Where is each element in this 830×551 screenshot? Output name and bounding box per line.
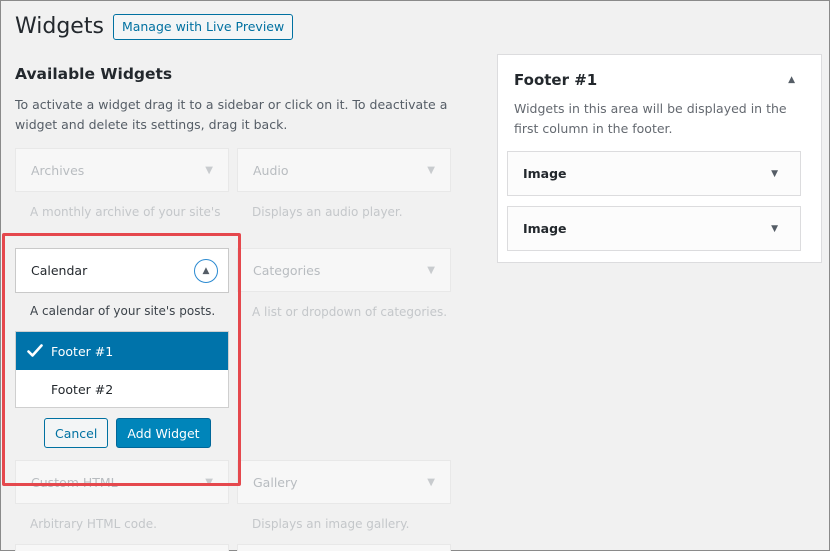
page-title: Widgets xyxy=(15,14,104,39)
widget-audio[interactable]: Audio ▼ xyxy=(237,148,451,192)
arrow-up-icon[interactable]: ▲ xyxy=(788,75,795,85)
widget-title: Image xyxy=(523,166,567,181)
widget-next[interactable] xyxy=(237,544,451,551)
widget-title: Categories xyxy=(253,262,321,278)
sidebar-description: Widgets in this area will be displayed i… xyxy=(514,101,787,136)
available-widgets-description: To activate a widget drag it to a sideba… xyxy=(15,97,448,132)
widget-description: Arbitrary HTML code. xyxy=(30,517,157,531)
available-widgets-title: Available Widgets xyxy=(15,65,173,83)
sidebar-widget-image[interactable]: Image ▼ xyxy=(507,151,801,196)
highlight-frame xyxy=(2,233,241,486)
sidebar-title: Footer #1 xyxy=(514,71,598,89)
arrow-down-icon[interactable]: ▼ xyxy=(427,477,435,488)
arrow-down-icon[interactable]: ▼ xyxy=(205,165,213,176)
widget-description: A monthly archive of your site's Posts. xyxy=(30,205,221,219)
widget-title: Archives xyxy=(31,162,85,178)
arrow-down-icon[interactable]: ▼ xyxy=(771,224,778,234)
widget-description: A list or dropdown of categories. xyxy=(252,305,448,319)
widget-gallery[interactable]: Gallery ▼ xyxy=(237,460,451,504)
widget-title: Audio xyxy=(253,162,289,178)
widget-title: Image xyxy=(523,221,567,236)
arrow-down-icon[interactable]: ▼ xyxy=(427,165,435,176)
arrow-down-icon[interactable]: ▼ xyxy=(771,169,778,179)
widget-description: Displays an image gallery. xyxy=(252,517,410,531)
widget-description: Displays an audio player. xyxy=(252,205,403,219)
widget-title: Gallery xyxy=(253,474,298,490)
sidebar-widget-image[interactable]: Image ▼ xyxy=(507,206,801,251)
sidebar-footer-1[interactable]: Footer #1 ▲ Widgets in this area will be… xyxy=(497,54,822,263)
widget-next[interactable] xyxy=(15,544,229,551)
widget-categories[interactable]: Categories ▼ xyxy=(237,248,451,292)
arrow-down-icon[interactable]: ▼ xyxy=(427,265,435,276)
page-header: Widgets Manage with Live Preview xyxy=(15,11,294,43)
manage-live-preview-button[interactable]: Manage with Live Preview xyxy=(112,14,294,40)
widget-archives[interactable]: Archives ▼ xyxy=(15,148,229,192)
